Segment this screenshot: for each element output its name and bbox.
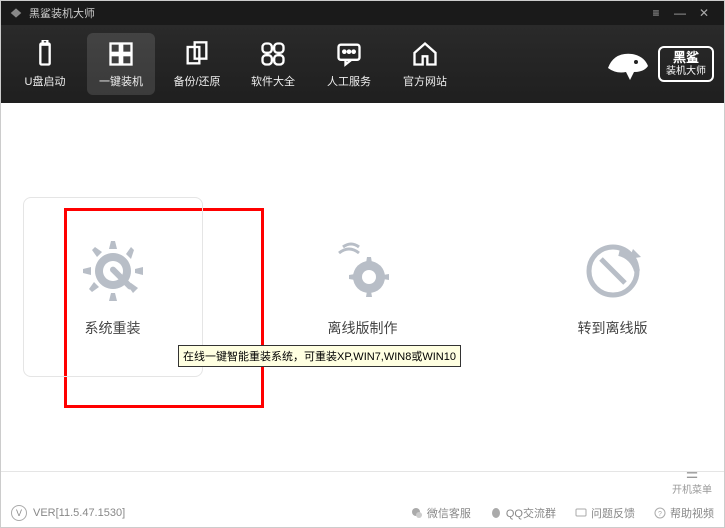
apps-icon	[258, 39, 288, 69]
content-area: 系统重装 离线版制作 转到离线版 在线一键智能重装系统，可重装XP,WIN7,W…	[1, 103, 724, 471]
nav-label: 备份/还原	[173, 73, 220, 89]
version-icon: V	[11, 505, 27, 521]
convert-icon	[578, 236, 648, 306]
card-system-reinstall[interactable]: 系统重装	[23, 197, 203, 377]
link-label: 问题反馈	[591, 505, 635, 521]
card-goto-offline[interactable]: 转到离线版	[523, 197, 703, 377]
help-icon: ?	[653, 506, 667, 520]
main-toolbar: U盘启动 一键装机 备份/还原 软件大全 人工服务	[1, 25, 724, 103]
nav-udisk-boot[interactable]: U盘启动	[11, 33, 79, 95]
brand-logo: 黑鲨 装机大师	[604, 42, 714, 86]
nav-label: 一键装机	[99, 73, 143, 89]
chat-icon	[334, 39, 364, 69]
usb-icon	[30, 39, 60, 69]
nav-support[interactable]: 人工服务	[315, 33, 383, 95]
nav-one-click-install[interactable]: 一键装机	[87, 33, 155, 95]
menu-button[interactable]: ≡	[644, 3, 668, 23]
minimize-button[interactable]: —	[668, 3, 692, 23]
nav-label: 人工服务	[327, 73, 371, 89]
nav-backup-restore[interactable]: 备份/还原	[163, 33, 231, 95]
offline-gear-icon	[328, 236, 398, 306]
link-label: 帮助视频	[670, 505, 714, 521]
qq-group-link[interactable]: QQ交流群	[489, 505, 556, 521]
link-label: QQ交流群	[506, 505, 556, 521]
app-icon	[9, 6, 23, 20]
help-video-link[interactable]: ? 帮助视频	[653, 505, 714, 521]
window-title: 黑鲨装机大师	[29, 5, 95, 21]
windows-icon	[106, 39, 136, 69]
wechat-support-link[interactable]: 微信客服	[410, 505, 471, 521]
nav-label: U盘启动	[25, 73, 66, 89]
footer: ☰ 开机菜单 V VER[11.5.47.1530] 微信客服 QQ交流群 问题…	[1, 471, 724, 527]
title-bar: 黑鲨装机大师 ≡ — ✕	[1, 1, 724, 25]
app-window: 黑鲨装机大师 ≡ — ✕ U盘启动 一键装机 备份/还原	[0, 0, 725, 528]
brand-line1: 黑鲨	[666, 50, 706, 66]
svg-text:?: ?	[658, 511, 662, 518]
qq-icon	[489, 506, 503, 520]
link-label: 微信客服	[427, 505, 471, 521]
card-label: 转到离线版	[578, 318, 648, 338]
nav-software[interactable]: 软件大全	[239, 33, 307, 95]
tooltip: 在线一键智能重装系统，可重装XP,WIN7,WIN8或WIN10	[178, 345, 461, 367]
feedback-link[interactable]: 问题反馈	[574, 505, 635, 521]
card-label: 离线版制作	[328, 318, 398, 338]
feedback-icon	[574, 506, 588, 520]
nav-label: 官方网站	[403, 73, 447, 89]
boot-menu-label: 开机菜单	[672, 481, 712, 496]
shark-icon	[604, 42, 652, 86]
brand-text: 黑鲨 装机大师	[658, 46, 714, 82]
nav-label: 软件大全	[251, 73, 295, 89]
version-text: VER[11.5.47.1530]	[33, 507, 125, 519]
gear-wrench-icon	[78, 236, 148, 306]
card-label: 系统重装	[85, 318, 141, 338]
brand-line2: 装机大师	[666, 66, 706, 78]
home-icon	[410, 39, 440, 69]
nav-website[interactable]: 官方网站	[391, 33, 459, 95]
wechat-icon	[410, 506, 424, 520]
copy-icon	[182, 39, 212, 69]
close-button[interactable]: ✕	[692, 3, 716, 23]
